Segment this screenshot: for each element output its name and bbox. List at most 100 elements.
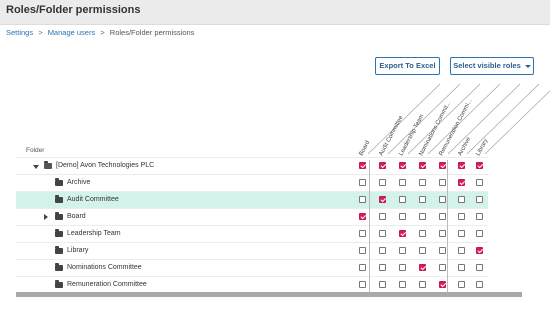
folder-label[interactable]: Nominations Committee <box>67 264 142 271</box>
permission-checkbox[interactable] <box>359 179 366 186</box>
permission-checkbox[interactable] <box>399 213 406 220</box>
permission-checkbox[interactable] <box>458 247 465 254</box>
permission-checkbox[interactable] <box>439 213 446 220</box>
permission-checkbox[interactable] <box>439 162 446 169</box>
permission-checkbox[interactable] <box>359 162 366 169</box>
permission-checkbox[interactable] <box>476 162 483 169</box>
permission-checkbox[interactable] <box>399 281 406 288</box>
permission-checkbox[interactable] <box>419 281 426 288</box>
permission-checkbox[interactable] <box>439 247 446 254</box>
permission-checkbox[interactable] <box>359 230 366 237</box>
permission-checkbox[interactable] <box>476 281 483 288</box>
folder-label[interactable]: Leadership Team <box>67 230 121 237</box>
folder-icon <box>55 280 63 288</box>
folder-label[interactable]: Archive <box>67 179 90 186</box>
folder-label[interactable]: Library <box>67 247 88 254</box>
folder-label[interactable]: [Demo] Avon Technologies PLC <box>56 162 154 169</box>
permission-checkbox[interactable] <box>476 230 483 237</box>
permission-checkbox[interactable] <box>458 230 465 237</box>
title-bar: Roles/Folder permissions <box>0 0 550 25</box>
permission-checkbox[interactable] <box>439 264 446 271</box>
role-header-divider <box>484 90 550 155</box>
permission-checkbox[interactable] <box>476 213 483 220</box>
permission-checkbox[interactable] <box>359 247 366 254</box>
select-roles-label: Select visible roles <box>453 61 521 70</box>
table-row[interactable]: [Demo] Avon Technologies PLC <box>16 157 488 175</box>
folder-label[interactable]: Board <box>67 213 86 220</box>
permission-checkbox[interactable] <box>419 162 426 169</box>
permission-checkbox[interactable] <box>458 213 465 220</box>
export-to-excel-button[interactable]: Export To Excel <box>375 57 440 75</box>
permission-checkbox[interactable] <box>399 264 406 271</box>
permission-checkbox[interactable] <box>419 213 426 220</box>
role-header-library: Library <box>475 138 489 157</box>
permission-checkbox[interactable] <box>439 196 446 203</box>
folder-icon <box>55 178 63 186</box>
permission-checkbox[interactable] <box>419 179 426 186</box>
permission-checkbox[interactable] <box>419 247 426 254</box>
permission-checkbox[interactable] <box>476 264 483 271</box>
permission-checkbox[interactable] <box>379 162 386 169</box>
permission-checkbox[interactable] <box>439 281 446 288</box>
permission-checkbox[interactable] <box>439 179 446 186</box>
permission-checkbox[interactable] <box>379 264 386 271</box>
table-row[interactable]: Archive <box>16 174 488 192</box>
table-row[interactable]: Leadership Team <box>16 225 488 243</box>
folder-icon <box>55 229 63 237</box>
folder-label[interactable]: Audit Committee <box>67 196 119 203</box>
permission-checkbox[interactable] <box>379 247 386 254</box>
breadcrumb-current: Roles/Folder permissions <box>109 28 195 37</box>
permission-checkbox[interactable] <box>379 196 386 203</box>
permission-checkbox[interactable] <box>379 213 386 220</box>
page-title: Roles/Folder permissions <box>6 4 141 16</box>
table-row[interactable]: Audit Committee <box>16 191 488 209</box>
role-column-headers: Board Audit CommitteeLeadership TeamNomin… <box>358 83 550 157</box>
table-row[interactable]: Library <box>16 242 488 260</box>
folder-icon <box>55 195 63 203</box>
permission-checkbox[interactable] <box>458 162 465 169</box>
permission-checkbox[interactable] <box>458 264 465 271</box>
permission-checkbox[interactable] <box>419 196 426 203</box>
folder-label[interactable]: Remuneration Committee <box>67 281 147 288</box>
breadcrumb: Settings > Manage users > Roles/Folder p… <box>6 28 194 37</box>
permission-checkbox[interactable] <box>399 179 406 186</box>
permission-checkbox[interactable] <box>399 196 406 203</box>
chevron-down-icon[interactable] <box>33 165 39 169</box>
permission-checkbox[interactable] <box>359 196 366 203</box>
permission-checkbox[interactable] <box>419 264 426 271</box>
permission-checkbox[interactable] <box>458 281 465 288</box>
table-row[interactable]: Nominations Committee <box>16 259 488 277</box>
permission-checkbox[interactable] <box>359 281 366 288</box>
breadcrumb-separator: > <box>100 28 105 37</box>
folder-column-header: Folder <box>26 147 45 154</box>
permission-checkbox[interactable] <box>476 179 483 186</box>
role-header-board: Board <box>358 140 371 157</box>
folder-icon <box>55 212 63 220</box>
permission-checkbox[interactable] <box>399 247 406 254</box>
table-row[interactable]: Board <box>16 208 488 226</box>
permission-checkbox[interactable] <box>458 179 465 186</box>
column-separator <box>447 160 448 293</box>
permission-checkbox[interactable] <box>399 162 406 169</box>
permission-checkbox[interactable] <box>419 230 426 237</box>
permission-checkbox[interactable] <box>379 179 386 186</box>
permission-checkbox[interactable] <box>476 196 483 203</box>
permission-checkbox[interactable] <box>439 230 446 237</box>
permission-checkbox[interactable] <box>379 230 386 237</box>
folder-open-icon <box>44 161 52 169</box>
breadcrumb-manage-users[interactable]: Manage users <box>48 28 96 37</box>
permission-checkbox[interactable] <box>359 264 366 271</box>
export-button-label: Export To Excel <box>379 61 436 70</box>
permission-checkbox[interactable] <box>458 196 465 203</box>
permission-checkbox[interactable] <box>399 230 406 237</box>
column-separator <box>369 160 370 293</box>
breadcrumb-separator: > <box>38 28 43 37</box>
chevron-right-icon[interactable] <box>44 214 48 220</box>
folder-icon <box>55 246 63 254</box>
permission-checkbox[interactable] <box>379 281 386 288</box>
select-visible-roles-button[interactable]: Select visible roles <box>450 57 534 75</box>
permission-checkbox[interactable] <box>359 213 366 220</box>
caret-down-icon <box>524 64 531 68</box>
breadcrumb-settings[interactable]: Settings <box>6 28 33 37</box>
permission-checkbox[interactable] <box>476 247 483 254</box>
